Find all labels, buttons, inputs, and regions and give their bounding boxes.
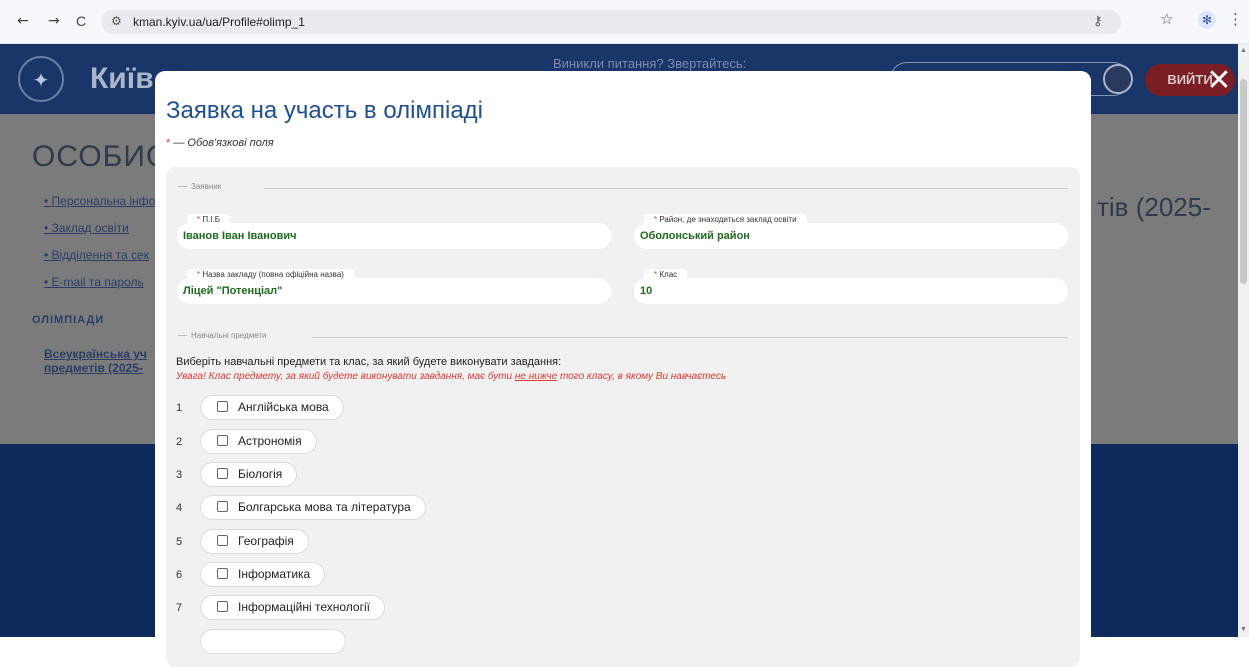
- subject-number: 5: [176, 536, 183, 548]
- scrollbar-thumb[interactable]: [1240, 79, 1247, 284]
- subject-checkbox[interactable]: [217, 468, 228, 479]
- extension-icon[interactable]: ✻: [1198, 11, 1216, 29]
- olympiad-heading-fragment: тів (2025-: [1097, 192, 1211, 222]
- subject-option-informatics[interactable]: Інформатика: [200, 562, 326, 587]
- school-name-value[interactable]: Ліцей "Потенціал": [183, 285, 282, 297]
- contact-question: Виникли питання? Звертайтесь:: [553, 56, 747, 71]
- olympiad-application-modal: Заявка на участь в олімпіаді * — Обов'яз…: [155, 71, 1091, 667]
- subject-checkbox[interactable]: [217, 568, 228, 579]
- subjects-legend-label: Навчальні предмети: [191, 331, 267, 340]
- user-icon[interactable]: [1103, 64, 1133, 94]
- nav-item-school[interactable]: Заклад освіти: [44, 221, 155, 248]
- password-key-icon[interactable]: ⚷: [1093, 14, 1103, 29]
- form-area: Заявник * П.І.Б Іванов Іван Іванович * Р…: [166, 167, 1080, 667]
- subject-number: 3: [176, 469, 183, 481]
- address-bar[interactable]: ⚙ kman.kyiv.ua/ua/Profile#olimp_1 ⚷: [101, 10, 1121, 34]
- close-icon[interactable]: ✕: [1204, 66, 1234, 96]
- school-name-label: * Назва закладу (повна офіційна назва): [187, 269, 354, 281]
- olympiad-link[interactable]: Всеукраїнська уч предметів (2025-: [44, 347, 154, 375]
- subject-checkbox[interactable]: [217, 401, 228, 412]
- grade-field[interactable]: * Клас 10: [634, 269, 1068, 304]
- browser-toolbar: ← → C ⚙ kman.kyiv.ua/ua/Profile#olimp_1 …: [0, 0, 1249, 44]
- nav-item-department[interactable]: Відділення та сек: [44, 248, 155, 275]
- subject-label: Географія: [238, 534, 294, 548]
- grade-value[interactable]: 10: [640, 285, 652, 297]
- full-name-field[interactable]: * П.І.Б Іванов Іван Іванович: [177, 214, 611, 249]
- full-name-value[interactable]: Іванов Іван Іванович: [183, 230, 297, 242]
- subject-option-biology[interactable]: Біологія: [200, 462, 298, 487]
- scroll-up-icon[interactable]: ▲: [1240, 47, 1247, 54]
- olympiads-section-label: ОЛІМПІАДИ: [32, 314, 105, 326]
- subject-option-partial[interactable]: [200, 629, 346, 654]
- subject-option-bulgarian[interactable]: Болгарська мова та література: [200, 495, 426, 520]
- subject-label: Інформаційні технології: [238, 600, 370, 614]
- subjects-legend: Навчальні предмети: [178, 331, 1068, 343]
- subject-number: 1: [176, 402, 183, 414]
- scroll-down-icon[interactable]: ▼: [1240, 626, 1247, 633]
- nav-item-email-password[interactable]: E-mail та пароль: [44, 275, 155, 302]
- site-logo-icon: ✦: [18, 56, 64, 102]
- subject-number: 6: [176, 569, 183, 581]
- bookmark-star-icon[interactable]: ☆: [1160, 10, 1173, 28]
- site-title: Київ: [90, 62, 154, 95]
- subject-label: Болгарська мова та література: [238, 500, 411, 514]
- subject-label: Астрономія: [238, 434, 302, 448]
- back-icon[interactable]: ←: [17, 13, 29, 29]
- required-note-text: — Обов'язкові поля: [170, 137, 274, 149]
- subject-label: Англійська мова: [238, 400, 329, 414]
- url-text[interactable]: kman.kyiv.ua/ua/Profile#olimp_1: [133, 15, 305, 29]
- nav-item-personal-info[interactable]: Персональна інфо: [44, 194, 156, 221]
- subject-checkbox[interactable]: [217, 501, 228, 512]
- subject-label: Інформатика: [238, 567, 311, 581]
- site-info-icon[interactable]: ⚙: [111, 14, 122, 28]
- district-field[interactable]: * Район, де знаходиться заклад освіти Об…: [634, 214, 1068, 249]
- forward-icon[interactable]: →: [48, 13, 60, 29]
- applicant-legend: Заявник: [178, 182, 1068, 194]
- subject-option-geography[interactable]: Географія: [200, 529, 309, 554]
- page-scrollbar[interactable]: ▲ ▼: [1238, 44, 1249, 637]
- subject-checkbox[interactable]: [217, 601, 228, 612]
- grade-warning: Увага! Клас предмету, за який будете вик…: [176, 371, 727, 382]
- subject-number: 7: [176, 602, 183, 614]
- school-name-field[interactable]: * Назва закладу (повна офіційна назва) Л…: [177, 269, 611, 304]
- browser-menu-icon[interactable]: ⋮: [1228, 10, 1243, 28]
- subject-checkbox[interactable]: [217, 535, 228, 546]
- subject-number: 4: [176, 502, 183, 514]
- district-value[interactable]: Оболонський район: [640, 230, 750, 242]
- profile-nav: Персональна інфо Заклад освіти Відділенн…: [44, 194, 156, 302]
- subjects-instruction: Виберіть навчальні предмети та клас, за …: [176, 356, 562, 368]
- full-name-label: * П.І.Б: [187, 214, 231, 226]
- subject-label: Біологія: [238, 467, 283, 481]
- subject-number: 2: [176, 436, 183, 448]
- modal-title: Заявка на участь в олімпіаді: [166, 97, 484, 124]
- applicant-legend-label: Заявник: [191, 182, 222, 191]
- required-fields-note: * — Обов'язкові поля: [166, 137, 274, 149]
- subject-option-astronomy[interactable]: Астрономія: [200, 429, 317, 454]
- subject-option-english[interactable]: Англійська мова: [200, 395, 344, 420]
- district-label: * Район, де знаходиться заклад освіти: [644, 214, 807, 226]
- grade-label: * Клас: [644, 269, 688, 281]
- subject-checkbox[interactable]: [217, 435, 228, 446]
- subject-option-it[interactable]: Інформаційні технології: [200, 595, 385, 620]
- reload-icon[interactable]: C: [76, 13, 86, 29]
